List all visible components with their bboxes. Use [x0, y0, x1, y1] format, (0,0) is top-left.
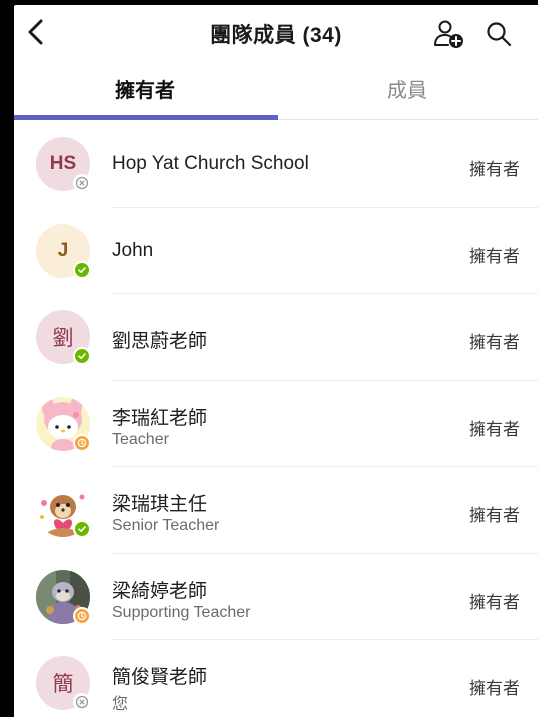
status-away-icon — [73, 433, 91, 452]
list-item[interactable]: 梁瑞琪主任 Senior Teacher 擁有者 — [14, 467, 538, 554]
avatar — [36, 483, 91, 538]
avatar — [36, 396, 91, 452]
member-name: 梁綺婷老師 — [112, 580, 208, 602]
add-member-button[interactable] — [432, 18, 466, 50]
member-title: Senior Teacher — [112, 517, 220, 534]
member-name: 李瑞紅老師 — [112, 407, 208, 429]
status-offline-icon — [73, 693, 91, 711]
member-role: 擁有者 — [469, 679, 520, 698]
add-person-icon — [434, 20, 463, 48]
member-list: HS Hop Yat Church School 擁有者 J John 擁有者 … — [14, 121, 538, 717]
avatar-initials: 簡 — [52, 673, 74, 696]
member-role: 擁有者 — [469, 160, 520, 179]
avatar-initials: J — [57, 239, 69, 261]
member-name: John — [112, 239, 154, 261]
avatar: J — [36, 223, 91, 279]
avatar-initials: HS — [49, 153, 77, 174]
avatar — [36, 569, 91, 625]
tab-members[interactable]: 成員 — [276, 59, 538, 117]
status-available-icon — [73, 347, 91, 365]
tab-bar: 擁有者 成員 — [14, 59, 538, 121]
app-screen: 團隊成員 (34) 擁有者 成員 HS Hop Yat Church Schoo… — [14, 5, 538, 717]
list-item[interactable]: J John 擁有者 — [14, 208, 538, 294]
member-role: 擁有者 — [469, 419, 520, 439]
list-item[interactable]: 劉 劉思蔚老師 擁有者 — [14, 294, 538, 381]
search-icon — [487, 22, 512, 47]
list-item[interactable]: 李瑞紅老師 Teacher 擁有者 — [14, 381, 538, 467]
header: 團隊成員 (34) — [14, 5, 538, 59]
search-button[interactable] — [482, 18, 516, 50]
member-title: Supporting Teacher — [112, 603, 251, 621]
member-title: 您 — [112, 696, 129, 713]
list-item[interactable]: 簡 簡俊賢老師 您 擁有者 — [14, 640, 538, 717]
member-role: 擁有者 — [469, 246, 520, 266]
status-offline-icon — [73, 174, 91, 192]
member-role: 擁有者 — [469, 506, 520, 525]
member-name: 劉思蔚老師 — [112, 331, 208, 352]
status-available-icon — [73, 520, 91, 538]
avatar: 簡 — [36, 656, 91, 711]
member-name: 簡俊賢老師 — [112, 667, 208, 688]
member-role: 擁有者 — [469, 333, 520, 352]
status-available-icon — [73, 260, 91, 279]
member-name: 梁瑞琪主任 — [112, 494, 208, 515]
tab-owners[interactable]: 擁有者 — [14, 59, 276, 117]
member-name: Hop Yat Church School — [112, 153, 309, 174]
list-item[interactable]: HS Hop Yat Church School 擁有者 — [14, 121, 538, 208]
list-item[interactable]: 梁綺婷老師 Supporting Teacher 擁有者 — [14, 554, 538, 640]
member-title: Teacher — [112, 430, 169, 448]
avatar-initials: 劉 — [52, 327, 74, 350]
avatar: 劉 — [36, 310, 91, 365]
avatar: HS — [36, 137, 91, 192]
member-role: 擁有者 — [469, 592, 520, 612]
device-frame: 團隊成員 (34) 擁有者 成員 HS Hop Yat Church Schoo… — [0, 0, 538, 717]
status-away-icon — [73, 606, 91, 625]
active-tab-indicator — [14, 115, 278, 120]
